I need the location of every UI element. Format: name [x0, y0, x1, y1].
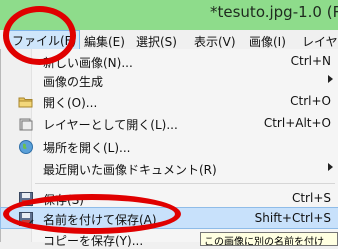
menu-item-recent[interactable]: 最近開いた画像ドキュメント(R) [1, 158, 338, 178]
folder-icon [18, 97, 33, 108]
annotation-circle-save-as [3, 194, 181, 234]
annotation-circle-file-menu [3, 6, 76, 65]
menu-item-shortcut: Shift+Ctrl+S [254, 211, 331, 225]
tooltip: この画像に別の名前を付け [200, 232, 338, 246]
menu-item-label: 場所を開く(L)... [43, 141, 131, 155]
menu-item-open[interactable]: 開く(O)... Ctrl+O [1, 91, 338, 111]
menu-item-open-as-layers[interactable]: レイヤーとして開く(L)... Ctrl+Alt+O [1, 113, 338, 133]
menu-item-shortcut: Ctrl+O [290, 94, 331, 108]
menu-item-label: 最近開いた画像ドキュメント(R) [43, 163, 217, 177]
menu-item-label: 開く(O)... [43, 96, 98, 110]
window-title: *tesuto.jpg-1.0 (R [210, 3, 338, 21]
menu-item-shortcut: Ctrl+N [290, 54, 331, 68]
menu-item-label: 画像の生成 [43, 75, 104, 89]
menu-item-shortcut: Ctrl+Alt+O [263, 116, 331, 130]
menu-item-create[interactable]: 画像の生成 [1, 70, 338, 90]
menu-separator [35, 183, 335, 184]
menu-item-label: コピーを保存(Y)... [43, 234, 144, 248]
submenu-arrow-icon [328, 163, 333, 171]
menu-item-shortcut: Ctrl+S [291, 191, 331, 205]
submenu-arrow-icon [328, 75, 333, 83]
menu-item-open-location[interactable]: 場所を開く(L)... [1, 136, 338, 156]
menu-item-label: レイヤーとして開く(L)... [43, 118, 178, 132]
open-as-layers-icon [19, 118, 33, 131]
globe-icon [19, 140, 33, 154]
